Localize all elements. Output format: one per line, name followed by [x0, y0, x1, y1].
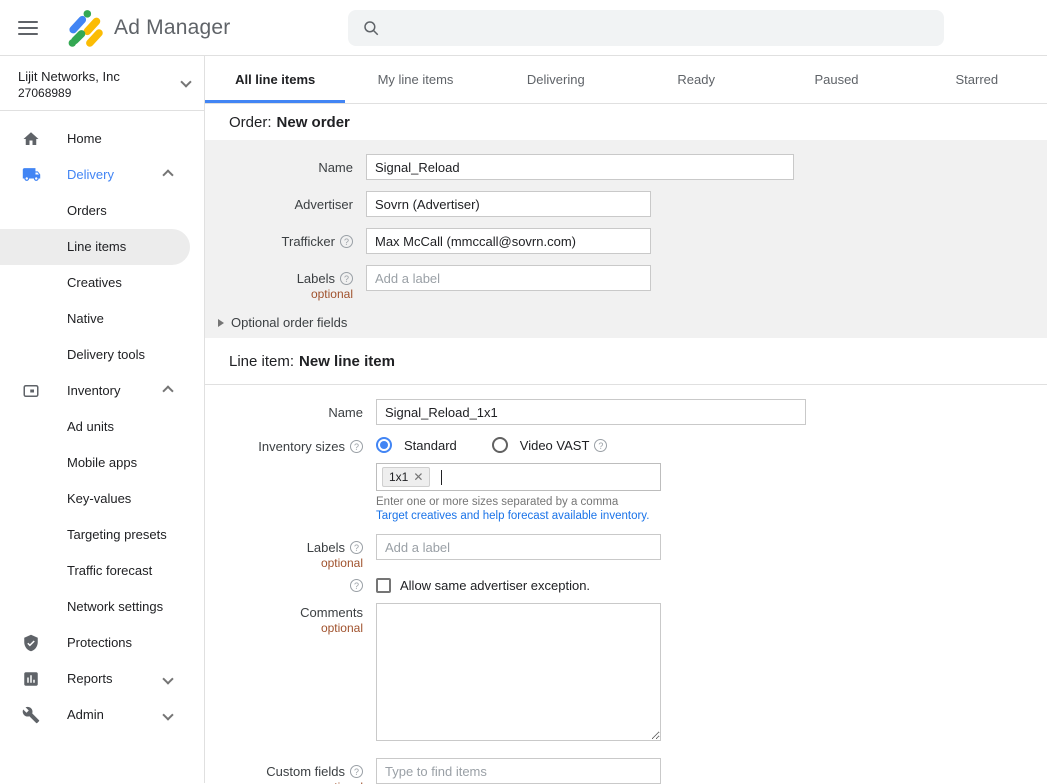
line-item-section-title: Line item: New line item [205, 338, 1047, 385]
chevron-up-icon [162, 169, 173, 180]
custom-fields-label: Custom fields optional [205, 758, 363, 784]
sidebar-item-network-settings[interactable]: Network settings [0, 589, 204, 625]
help-icon[interactable] [350, 765, 363, 778]
sidebar-item-targeting-presets[interactable]: Targeting presets [0, 517, 204, 553]
chevron-down-icon [162, 673, 173, 684]
line-item-form: Name Inventory sizes Standard Video VAST [205, 385, 1047, 784]
order-trafficker-label: Trafficker [205, 228, 353, 254]
sidebar-item-key-values[interactable]: Key-values [0, 481, 204, 517]
sidebar-nav: Home Delivery Orders Line items Creative… [0, 111, 204, 733]
optional-tag: optional [205, 287, 353, 301]
custom-fields-input[interactable] [376, 758, 661, 784]
line-item-tabs: All line items My line items Delivering … [205, 56, 1047, 104]
network-selector[interactable]: Lijit Networks, Inc 27068989 [0, 56, 204, 111]
inventory-sizes-label: Inventory sizes [205, 437, 363, 522]
search-icon [362, 19, 380, 37]
tab-starred[interactable]: Starred [907, 56, 1047, 103]
sidebar-item-admin[interactable]: Admin [0, 697, 204, 733]
comments-textarea[interactable] [376, 603, 661, 741]
radio-standard-label[interactable]: Standard [404, 438, 457, 453]
radio-video-vast-label[interactable]: Video VAST [520, 438, 590, 453]
sidebar-item-creatives[interactable]: Creatives [0, 265, 204, 301]
inventory-icon [20, 382, 42, 400]
order-title-value: New order [277, 114, 350, 131]
order-trafficker-input[interactable] [366, 228, 651, 254]
chevron-down-icon [162, 709, 173, 720]
sidebar-item-inventory[interactable]: Inventory [0, 373, 204, 409]
network-id: 27068989 [18, 86, 120, 100]
optional-order-fields-toggle[interactable]: Optional order fields [205, 315, 1047, 330]
optional-tag: optional [205, 780, 363, 784]
exception-help [205, 578, 363, 593]
chevron-down-icon [180, 76, 191, 87]
order-labels-input[interactable] [366, 265, 651, 291]
bar-chart-icon [20, 670, 42, 688]
tab-my-line-items[interactable]: My line items [345, 56, 485, 103]
app-header: Ad Manager [0, 0, 1047, 56]
tab-paused[interactable]: Paused [766, 56, 906, 103]
help-icon[interactable] [340, 235, 353, 248]
global-search[interactable] [348, 10, 944, 46]
line-item-title-value: New line item [299, 353, 395, 370]
network-name: Lijit Networks, Inc [18, 68, 120, 86]
sidebar-item-traffic-forecast[interactable]: Traffic forecast [0, 553, 204, 589]
inventory-sizes-input[interactable]: 1x1 ✕ [376, 463, 661, 491]
help-icon[interactable] [594, 439, 607, 452]
order-advertiser-label: Advertiser [205, 191, 353, 217]
text-caret [441, 470, 442, 485]
home-icon [20, 130, 42, 148]
sidebar: Lijit Networks, Inc 27068989 Home Delive… [0, 56, 205, 783]
sizes-helper-text: Enter one or more sizes separated by a c… [376, 496, 661, 508]
wrench-icon [20, 706, 42, 724]
order-name-input[interactable] [366, 154, 794, 180]
order-name-label: Name [205, 154, 353, 180]
help-icon[interactable] [350, 541, 363, 554]
search-input[interactable] [390, 20, 944, 36]
order-labels-label: Labels optional [205, 265, 353, 301]
sidebar-item-orders[interactable]: Orders [0, 193, 204, 229]
tab-ready[interactable]: Ready [626, 56, 766, 103]
comments-label: Comments optional [205, 603, 363, 746]
same-advertiser-exception-checkbox[interactable] [376, 578, 391, 593]
truck-icon [20, 165, 42, 184]
tab-delivering[interactable]: Delivering [486, 56, 626, 103]
order-section-title: Order: New order [205, 104, 1047, 140]
sidebar-item-delivery-tools[interactable]: Delivery tools [0, 337, 204, 373]
sidebar-item-reports[interactable]: Reports [0, 661, 204, 697]
help-icon[interactable] [350, 579, 363, 592]
chevron-up-icon [162, 385, 173, 396]
optional-tag: optional [205, 556, 363, 570]
main-content: All line items My line items Delivering … [205, 56, 1047, 783]
disclosure-triangle-icon [218, 319, 224, 327]
ad-manager-logo [64, 8, 104, 48]
sidebar-item-protections[interactable]: Protections [0, 625, 204, 661]
radio-video-vast[interactable] [492, 437, 508, 453]
sidebar-item-delivery[interactable]: Delivery [0, 157, 204, 193]
tab-all-line-items[interactable]: All line items [205, 56, 345, 103]
order-advertiser-input[interactable] [366, 191, 651, 217]
optional-tag: optional [205, 621, 363, 635]
sidebar-item-home[interactable]: Home [0, 121, 204, 157]
order-form: Name Advertiser Trafficker [205, 140, 1047, 338]
sidebar-item-ad-units[interactable]: Ad units [0, 409, 204, 445]
line-item-name-label: Name [205, 399, 363, 425]
help-icon[interactable] [340, 272, 353, 285]
shield-check-icon [20, 634, 42, 652]
target-creatives-link[interactable]: Target creatives and help forecast avail… [376, 510, 661, 522]
line-item-labels-input[interactable] [376, 534, 661, 560]
sidebar-item-native[interactable]: Native [0, 301, 204, 337]
sidebar-item-mobile-apps[interactable]: Mobile apps [0, 445, 204, 481]
radio-standard[interactable] [376, 437, 392, 453]
line-item-name-input[interactable] [376, 399, 806, 425]
remove-chip-icon[interactable]: ✕ [413, 471, 423, 483]
hamburger-menu-icon[interactable] [18, 21, 38, 35]
same-advertiser-exception-label[interactable]: Allow same advertiser exception. [400, 578, 590, 593]
line-item-labels-label: Labels optional [205, 534, 363, 570]
app-title: Ad Manager [114, 16, 230, 40]
sidebar-item-line-items[interactable]: Line items [0, 229, 190, 265]
help-icon[interactable] [350, 440, 363, 453]
size-chip: 1x1 ✕ [382, 467, 430, 487]
